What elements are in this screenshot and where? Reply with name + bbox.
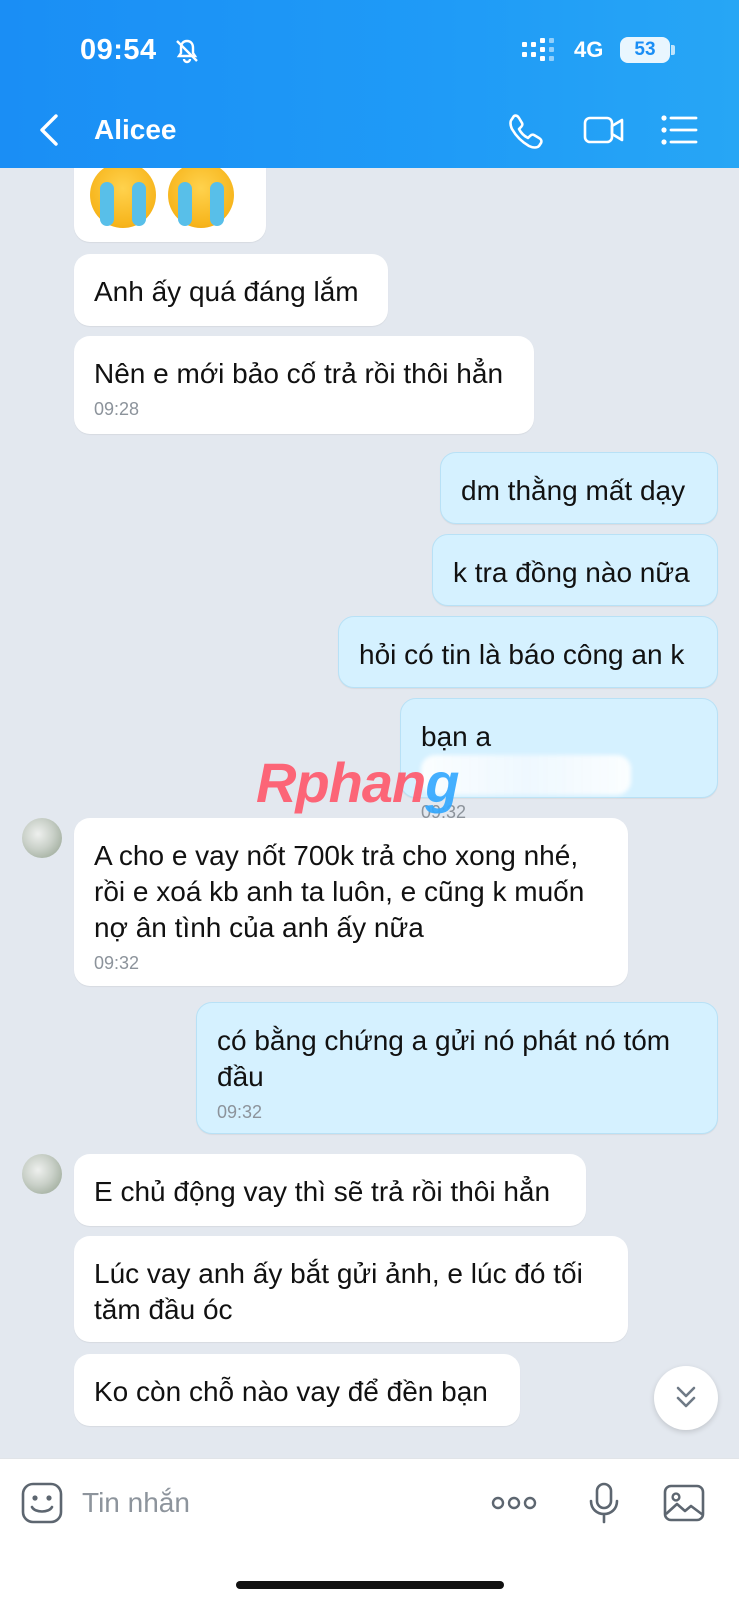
message-bubble[interactable]: có bằng chứng a gửi nó phát nó tóm đầu 0… [196, 1002, 718, 1134]
message-text: bạn a [421, 721, 492, 752]
message-text: E chủ động vay thì sẽ trả rồi thôi hẳn [94, 1176, 551, 1207]
message-bubble[interactable]: E chủ động vay thì sẽ trả rồi thôi hẳn [74, 1154, 586, 1226]
phone-icon[interactable] [504, 108, 548, 152]
message-composer: Tin nhắn [0, 1458, 739, 1600]
message-bubble[interactable]: k tra đồng nào nữa [432, 534, 718, 606]
message-text: A cho e vay nốt 700k trả cho xong nhé, r… [94, 840, 585, 943]
back-arrow-icon[interactable] [30, 108, 70, 152]
message-text: Anh ấy quá đáng lắm [94, 276, 359, 307]
message-list[interactable]: Anh ấy quá đáng lắm Nên e mới bảo cố trả… [0, 168, 739, 1458]
message-text: có bằng chứng a gửi nó phát nó tóm đầu [217, 1025, 671, 1092]
message-bubble[interactable]: dm thằng mất dạy [440, 452, 718, 524]
microphone-icon[interactable] [582, 1481, 626, 1525]
status-time: 09:54 [80, 34, 157, 66]
watermark-text-1: Rphan [256, 751, 426, 814]
avatar[interactable] [22, 1154, 62, 1194]
message-bubble[interactable]: Lúc vay anh ấy bắt gửi ảnh, e lúc đó tối… [74, 1236, 628, 1342]
message-time: 09:32 [94, 953, 140, 973]
message-input[interactable]: Tin nhắn [82, 1487, 190, 1519]
chat-header: 09:54 4G 53 Alicee [0, 0, 739, 168]
video-call-icon[interactable] [582, 108, 626, 152]
message-text-row: bạn a [421, 719, 697, 795]
message-bubble[interactable]: A cho e vay nốt 700k trả cho xong nhé, r… [74, 818, 628, 986]
double-chevron-down-icon [676, 1386, 696, 1408]
home-indicator [236, 1581, 504, 1589]
crying-face-emoji [90, 168, 156, 228]
contact-name[interactable]: Alicee [94, 114, 177, 146]
message-text: Nên e mới bảo cố trả rồi thôi hẳn [94, 358, 504, 389]
signal-icon [522, 38, 554, 61]
bell-muted-icon [176, 39, 198, 64]
message-bubble[interactable]: Anh ấy quá đáng lắm [74, 254, 388, 326]
message-text: k tra đồng nào nữa [453, 557, 690, 588]
menu-list-icon[interactable] [658, 108, 702, 152]
watermark-text-2: g [425, 751, 459, 814]
message-bubble[interactable]: Nên e mới bảo cố trả rồi thôi hẳn 09:28 [74, 336, 534, 434]
message-time: 09:28 [94, 399, 140, 419]
message-text: Lúc vay anh ấy bắt gửi ảnh, e lúc đó tối… [94, 1258, 583, 1325]
battery-tip [671, 45, 675, 55]
message-text: hỏi có tin là báo công an k [359, 639, 685, 670]
network-type: 4G [574, 37, 604, 62]
message-text: Ko còn chỗ nào vay để đền bạn [94, 1376, 488, 1407]
message-bubble[interactable]: hỏi có tin là báo công an k [338, 616, 718, 688]
emoji-message[interactable] [74, 168, 266, 242]
more-options-icon[interactable] [490, 1481, 538, 1525]
image-gallery-icon[interactable] [662, 1481, 706, 1525]
message-text: dm thằng mất dạy [461, 475, 686, 506]
battery-level: 53 [620, 37, 670, 63]
crying-face-emoji [168, 168, 234, 228]
message-bubble[interactable]: Ko còn chỗ nào vay để đền bạn [74, 1354, 520, 1426]
scroll-to-bottom-button[interactable] [654, 1366, 718, 1430]
message-time: 09:32 [217, 1102, 263, 1122]
watermark-logo: Rphang [256, 750, 459, 815]
avatar[interactable] [22, 818, 62, 858]
emoji-sticker-icon[interactable] [20, 1481, 64, 1525]
